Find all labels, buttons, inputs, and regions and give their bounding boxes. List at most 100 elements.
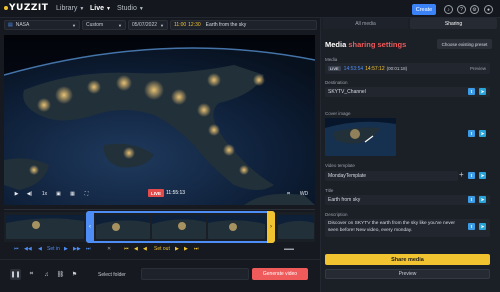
nav-library[interactable]: Library ▼ — [56, 5, 84, 12]
title-value: Earth from sky — [328, 197, 361, 203]
set-in-button[interactable]: Set in — [47, 245, 60, 253]
help-icon[interactable]: ? — [457, 5, 466, 14]
panel-title: Media sharing settings — [325, 40, 406, 49]
select-folder-label[interactable]: Select folder — [98, 272, 126, 278]
step-forward-icon[interactable]: ▶ — [64, 245, 68, 253]
add-template-icon[interactable]: + — [459, 170, 464, 179]
nav-live[interactable]: Live ▼ — [90, 5, 111, 12]
app-logo[interactable]: YUZZIT — [4, 3, 48, 13]
logo-text: YUZZIT — [9, 3, 49, 13]
crop-icon[interactable]: ⌗ — [284, 189, 293, 198]
link-icon[interactable]: ⛓ — [55, 269, 66, 280]
screenshot-icon[interactable]: ▦ — [68, 189, 77, 198]
music-icon[interactable]: ♫ — [41, 269, 52, 280]
twitter-icon[interactable]: t — [468, 88, 475, 95]
preview-button[interactable]: Preview — [325, 269, 490, 279]
skip-back-icon[interactable]: ⏮ — [14, 245, 19, 253]
telegram-icon[interactable]: ➤ — [479, 196, 486, 203]
bell-icon[interactable]: ♪ — [444, 5, 453, 14]
set-out-button[interactable]: Set out — [154, 245, 170, 253]
share-media-button[interactable]: Share media — [325, 254, 490, 265]
destination-field[interactable]: SKYTV_Channel — [325, 87, 490, 97]
quality-button[interactable]: WD — [298, 189, 310, 198]
template-select[interactable]: MondayTemplate — [325, 171, 458, 181]
rewind-icon[interactable]: ◀◀ — [24, 245, 32, 253]
cover-image-label: Cover image — [325, 111, 351, 116]
user-icon[interactable]: ● — [484, 5, 493, 14]
title-label: Title — [325, 188, 334, 193]
source-value: NASA — [15, 22, 30, 28]
chevron-down-icon: ▼ — [72, 22, 76, 28]
folder-search-input[interactable] — [141, 268, 249, 280]
timeline-thumbnail — [6, 215, 84, 239]
clip-time-field[interactable]: 11:00 12:30 Earth from the sky — [170, 20, 317, 30]
media-preview-link[interactable]: Preview — [470, 66, 486, 71]
media-in-time: 14:53:54 — [343, 65, 364, 72]
twitter-icon[interactable]: t — [468, 172, 475, 179]
twitter-icon[interactable]: t — [468, 130, 475, 137]
panel-title-accent: sharing settings — [348, 40, 407, 49]
cover-image[interactable] — [325, 118, 396, 156]
generate-video-button[interactable]: Generate video — [252, 268, 308, 280]
tab-all-media[interactable]: All media — [323, 18, 408, 29]
twitter-icon[interactable]: t — [468, 196, 475, 203]
step-back-icon[interactable]: ◀ — [134, 245, 138, 253]
crop-icon[interactable]: ⌗ — [26, 269, 37, 280]
telegram-icon[interactable]: ➤ — [479, 88, 486, 95]
create-button[interactable]: Create — [412, 4, 436, 15]
step-forward-icon[interactable]: ▶ — [184, 245, 188, 253]
pause-icon[interactable]: ❚❚ — [10, 269, 21, 280]
template-value: MondayTemplate — [328, 173, 367, 179]
in-handle[interactable]: ‹ — [86, 211, 94, 243]
skip-back-icon[interactable]: ⏮ — [124, 245, 129, 253]
skip-forward-icon[interactable]: ⏭ — [194, 245, 199, 253]
range-select[interactable]: Custom ▼ — [82, 20, 126, 30]
cover-thumbnail — [325, 118, 396, 156]
description-textarea[interactable]: Discover on SKYTV the earth from the sky… — [325, 219, 490, 237]
fullscreen-icon[interactable]: ⛶ — [82, 189, 91, 198]
panel-title-prefix: Media — [325, 40, 349, 49]
nav-library-label: Library — [56, 5, 78, 12]
gear-icon[interactable]: ⚙ — [470, 5, 479, 14]
tab-sharing[interactable]: Sharing — [410, 18, 497, 29]
media-row: LIVE 14:53:54 14:57:12 (00:01:18) Previe… — [325, 63, 490, 74]
clip-title: Earth from the sky — [205, 22, 247, 28]
destination-label: Destination — [325, 80, 348, 85]
telegram-icon[interactable]: ➤ — [479, 130, 486, 137]
source-select[interactable]: ▤ NASA ▼ — [4, 20, 80, 30]
telegram-icon[interactable]: ➤ — [479, 223, 486, 230]
chevron-down-icon: ▼ — [79, 5, 85, 12]
play-icon[interactable]: ▶ — [12, 189, 21, 198]
step-back-icon[interactable]: ◀ — [143, 245, 147, 253]
date-value: 05/07/2022 — [132, 22, 158, 28]
flag-icon[interactable]: ⚑ — [69, 269, 80, 280]
fast-forward-icon[interactable]: ▶▶ — [73, 245, 81, 253]
live-badge[interactable]: LIVE — [148, 189, 164, 197]
zoom-slider[interactable]: ▬▬ — [284, 245, 294, 253]
range-value: Custom — [86, 22, 104, 28]
step-back-icon[interactable]: ◀ — [38, 245, 42, 253]
media-live-badge: LIVE — [328, 66, 341, 71]
video-player[interactable] — [4, 35, 315, 205]
step-forward-icon[interactable]: ▶ — [175, 245, 179, 253]
timeline-selection[interactable] — [86, 211, 275, 243]
live-timecode: 11:55:13 — [166, 190, 186, 196]
time-start: 11:00 — [174, 22, 187, 28]
media-label: Media — [325, 57, 338, 62]
speed-button[interactable]: 1x — [39, 189, 50, 198]
out-handle[interactable]: › — [267, 211, 275, 243]
nav-studio[interactable]: Studio ▼ — [117, 5, 144, 12]
twitter-icon[interactable]: t — [468, 223, 475, 230]
chevron-down-icon: ▼ — [138, 5, 144, 12]
time-end: 12:30 — [188, 22, 201, 28]
telegram-icon[interactable]: ➤ — [479, 172, 486, 179]
choose-preset-button[interactable]: Choose existing preset — [437, 39, 492, 49]
nav-live-label: Live — [90, 5, 105, 12]
volume-icon[interactable]: ◀) — [25, 189, 34, 198]
image-icon[interactable]: ▣ — [54, 189, 63, 198]
cut-icon[interactable]: ✕ — [107, 245, 111, 253]
chevron-down-icon: ▼ — [160, 22, 164, 28]
skip-forward-icon[interactable]: ⏭ — [86, 245, 91, 253]
title-input[interactable]: Earth from sky — [325, 195, 490, 205]
date-picker[interactable]: 05/07/2022 ▼ — [128, 20, 168, 30]
